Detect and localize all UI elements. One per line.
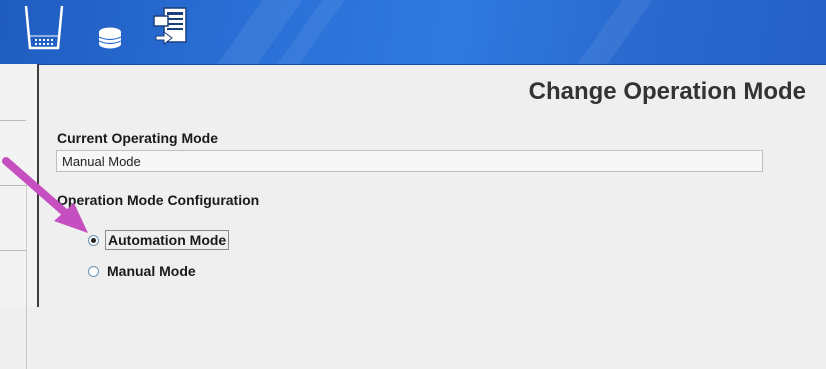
manual-mode-label[interactable]: Manual Mode	[105, 262, 198, 280]
toolbar-highlight	[577, 0, 653, 64]
divider	[0, 250, 26, 251]
divider	[0, 120, 26, 121]
automation-mode-option[interactable]: Automation Mode	[88, 230, 230, 250]
database-icon[interactable]	[97, 26, 125, 55]
manual-mode-option[interactable]: Manual Mode	[88, 262, 198, 280]
transfer-icon[interactable]	[150, 6, 190, 53]
toolbar	[0, 0, 826, 65]
manual-mode-radio[interactable]	[88, 265, 99, 277]
annotation-arrow-icon	[2, 157, 88, 233]
automation-mode-label[interactable]: Automation Mode	[105, 230, 230, 250]
sample-tray-icon[interactable]	[22, 4, 66, 57]
page-title: Change Operation Mode	[528, 78, 806, 105]
current-mode-field: Manual Mode	[56, 150, 763, 172]
current-mode-label: Current Operating Mode	[57, 130, 219, 146]
